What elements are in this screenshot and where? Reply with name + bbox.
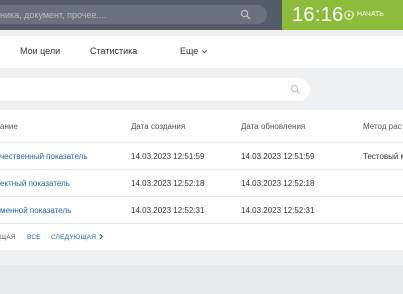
nav-item-more[interactable]: Еще: [180, 45, 208, 57]
table-row: чественный показатель 14.03.2023 12:51:5…: [0, 143, 403, 170]
table-row: менной показатель 14.03.2023 12:52:31 14…: [0, 197, 403, 224]
row-created: 14.03.2023 12:52:18: [131, 179, 205, 188]
search-icon[interactable]: [240, 9, 251, 20]
pager-all[interactable]: ВСЕ: [27, 233, 41, 243]
row-updated: 14.03.2023 12:52:31: [241, 206, 315, 215]
nav-bar: Мои цели Статистика Еще: [0, 36, 403, 68]
filter-search[interactable]: [0, 78, 310, 103]
chevron-right-icon: [99, 233, 104, 240]
pager-next[interactable]: СЛЕДУЮЩАЯ: [51, 233, 104, 243]
nav-item-my-goals[interactable]: Мои цели: [20, 45, 60, 57]
indicators-table: ание Дата создания Дата обновления Метод…: [0, 110, 403, 250]
work-day-panel: 16:16 НАЧАТЬ: [282, 0, 403, 30]
column-header-name[interactable]: ание: [0, 122, 18, 132]
row-name-link[interactable]: чественный показатель: [0, 152, 88, 162]
column-header-updated[interactable]: Дата обновления: [241, 122, 305, 132]
row-name-link[interactable]: ектный показатель: [0, 179, 70, 189]
global-search[interactable]: [0, 5, 267, 24]
play-icon: [344, 10, 354, 20]
pager-next-label: СЛЕДУЮЩАЯ: [51, 234, 97, 241]
table-row: ектный показатель 14.03.2023 12:52:18 14…: [0, 170, 403, 197]
clock-time: 16:16: [292, 4, 344, 26]
global-search-input[interactable]: [0, 5, 235, 24]
search-icon[interactable]: [290, 84, 301, 95]
row-updated: 14.03.2023 12:51:59: [241, 152, 315, 161]
footer-band: [0, 265, 403, 294]
filter-search-input[interactable]: [0, 78, 274, 103]
row-created: 14.03.2023 12:52:31: [131, 206, 205, 215]
nav-item-statistics[interactable]: Статистика: [90, 45, 137, 57]
row-updated: 14.03.2023 12:52:18: [241, 179, 315, 188]
chevron-down-icon: [202, 50, 208, 54]
start-workday-button[interactable]: НАЧАТЬ: [344, 9, 384, 21]
row-method: Тестовый м: [363, 152, 403, 161]
row-created: 14.03.2023 12:51:59: [131, 152, 205, 161]
nav-item-more-label: Еще: [180, 46, 199, 56]
start-label: НАЧАТЬ: [357, 11, 384, 18]
column-header-method[interactable]: Метод рас: [363, 122, 402, 132]
pager-previous: ЩАЯ: [0, 234, 16, 241]
row-name-link[interactable]: менной показатель: [0, 206, 71, 216]
top-bar: 16:16 НАЧАТЬ: [0, 0, 403, 30]
column-header-created[interactable]: Дата создания: [131, 122, 185, 132]
row-divider: [0, 223, 403, 224]
